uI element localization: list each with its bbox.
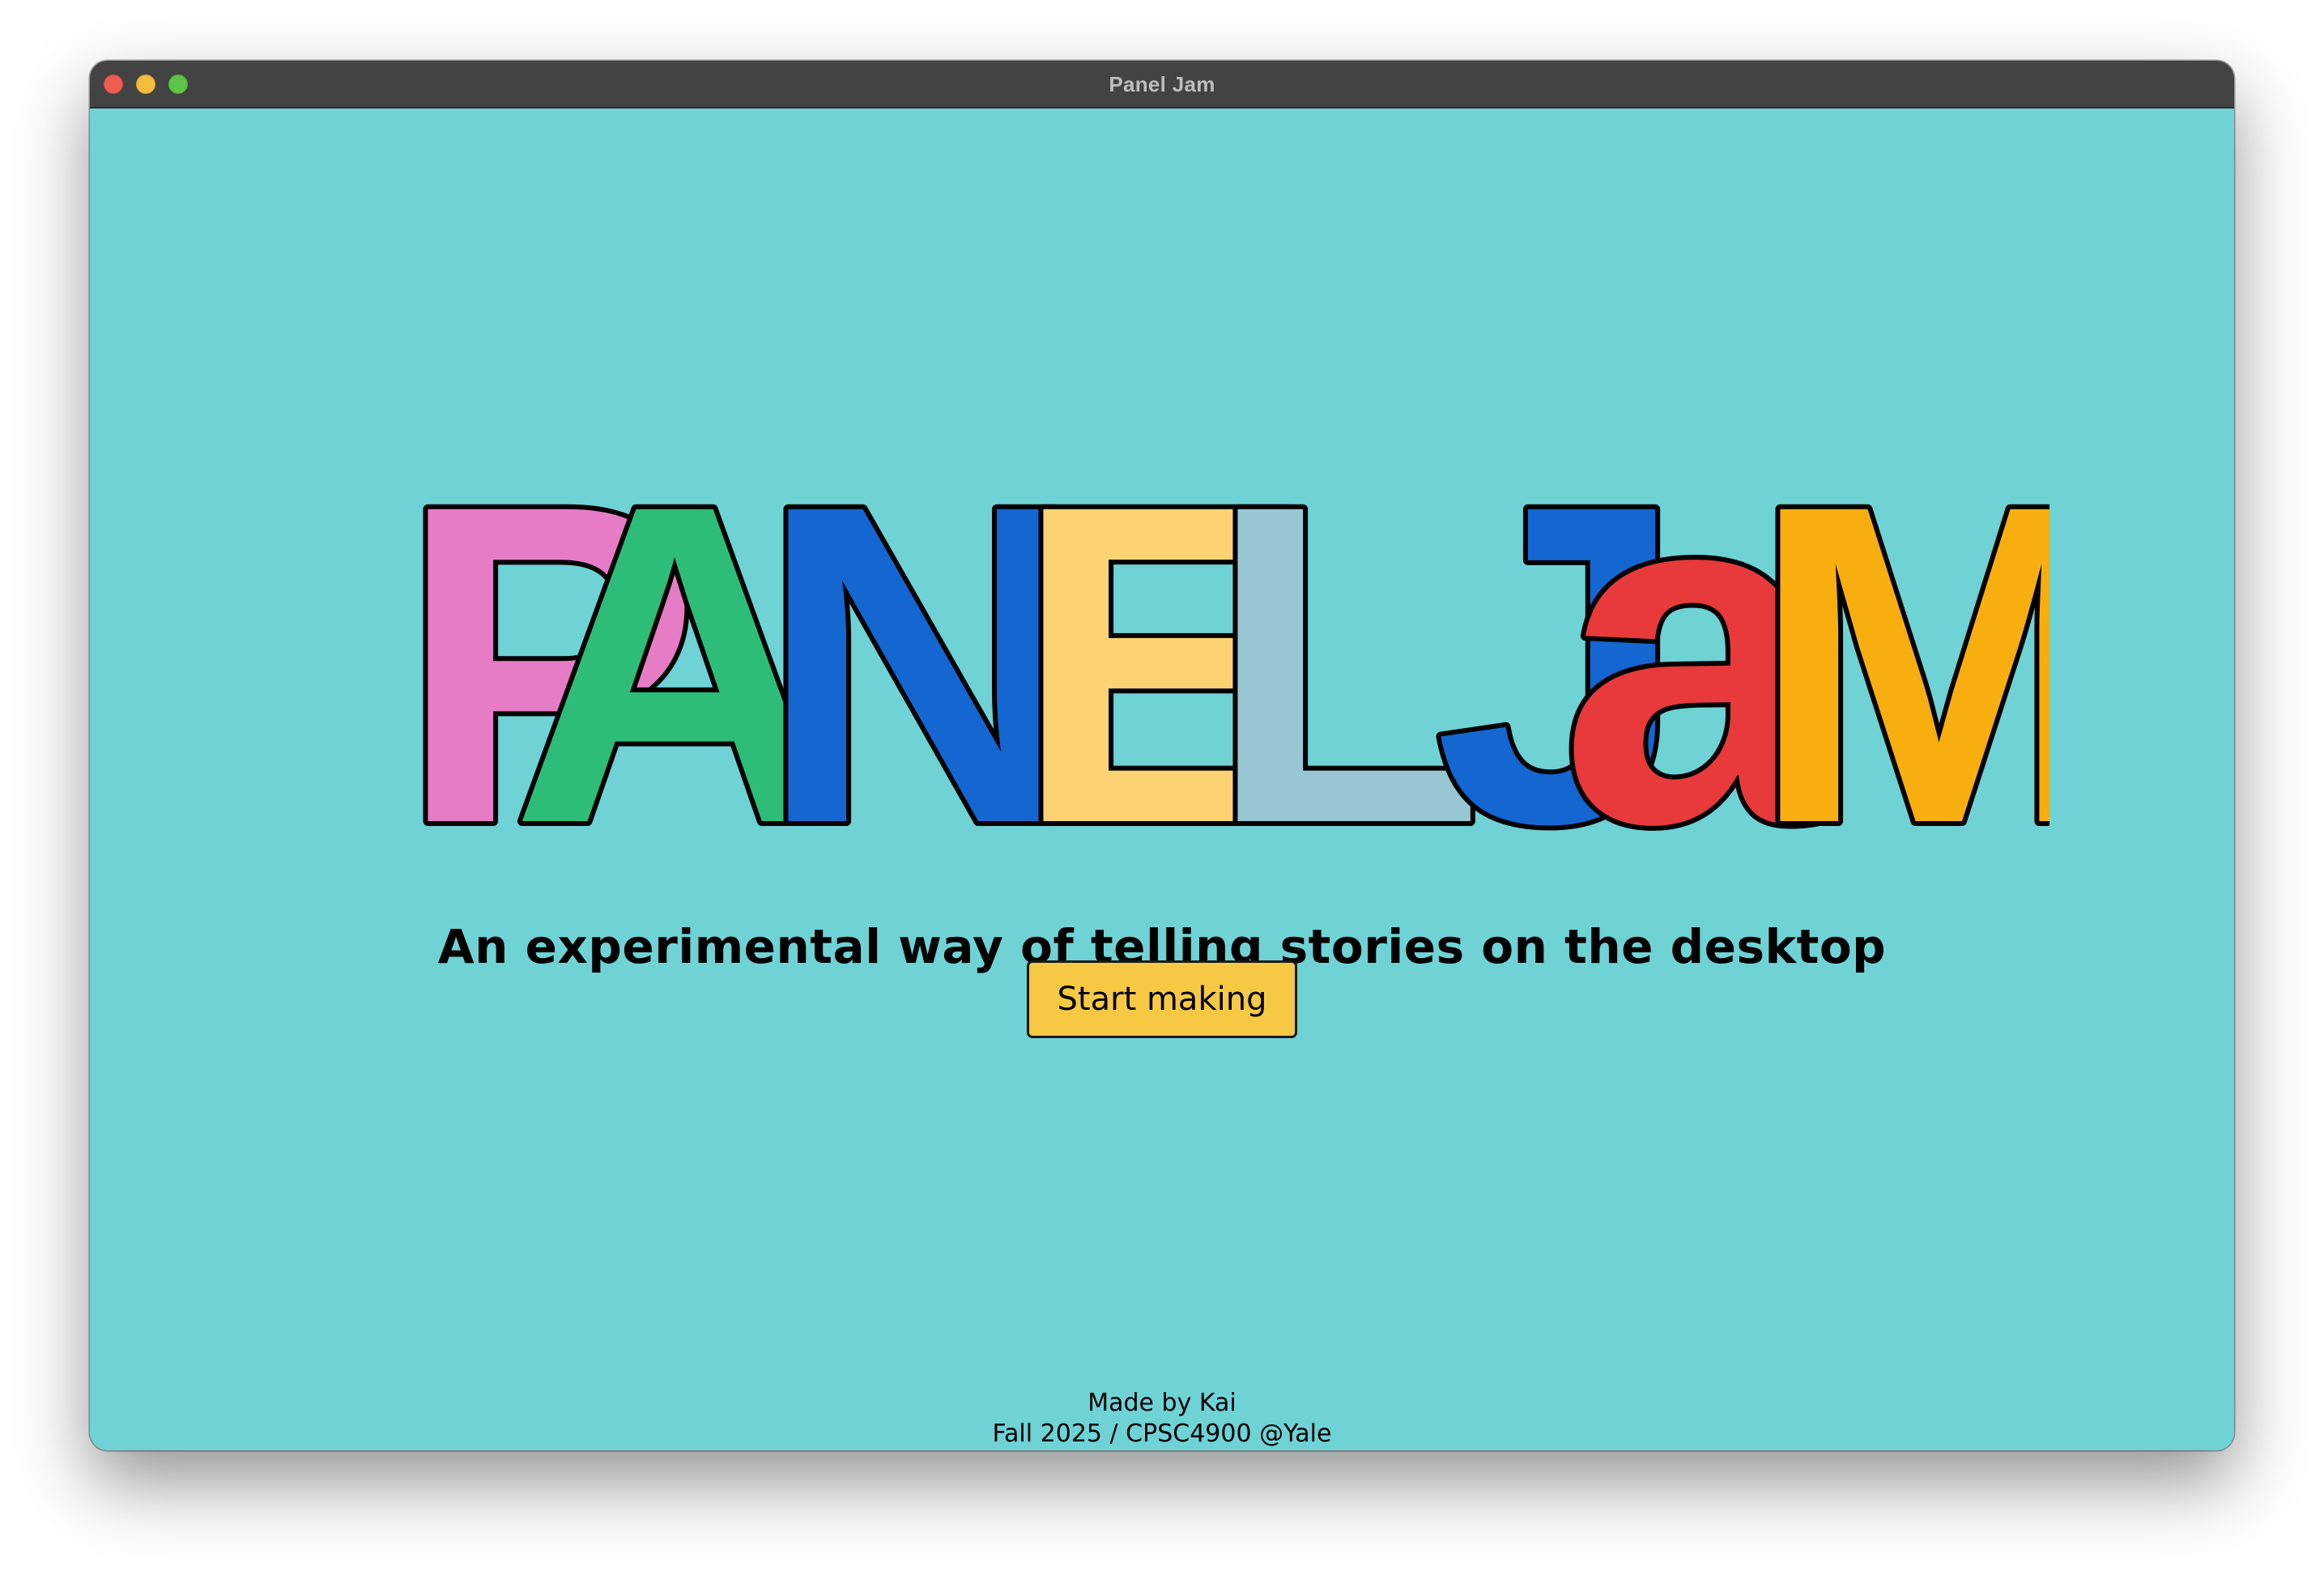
logo-letter-m: M	[1750, 441, 2049, 862]
logo-wordmark: P A N E L J a M	[393, 441, 2049, 862]
title-bar[interactable]: Panel Jam	[90, 61, 2234, 109]
desktop: Panel Jam P A N E L J a M An experimenta…	[0, 0, 2324, 1571]
start-making-button[interactable]: Start making	[1027, 960, 1297, 1038]
footer-credit: Made by Kai	[1088, 1389, 1236, 1417]
landing-page: P A N E L J a M An experimental way of t…	[90, 109, 2234, 1450]
window-title: Panel Jam	[1109, 72, 1215, 96]
footer-course: Fall 2025 / CPSC4900 @Yale	[992, 1420, 1332, 1448]
app-window: Panel Jam P A N E L J a M An experimenta…	[90, 61, 2234, 1450]
footer: Made by Kai Fall 2025 / CPSC4900 @Yale	[90, 1388, 2234, 1450]
panel-jam-logo: P A N E L J a M	[381, 441, 2049, 862]
